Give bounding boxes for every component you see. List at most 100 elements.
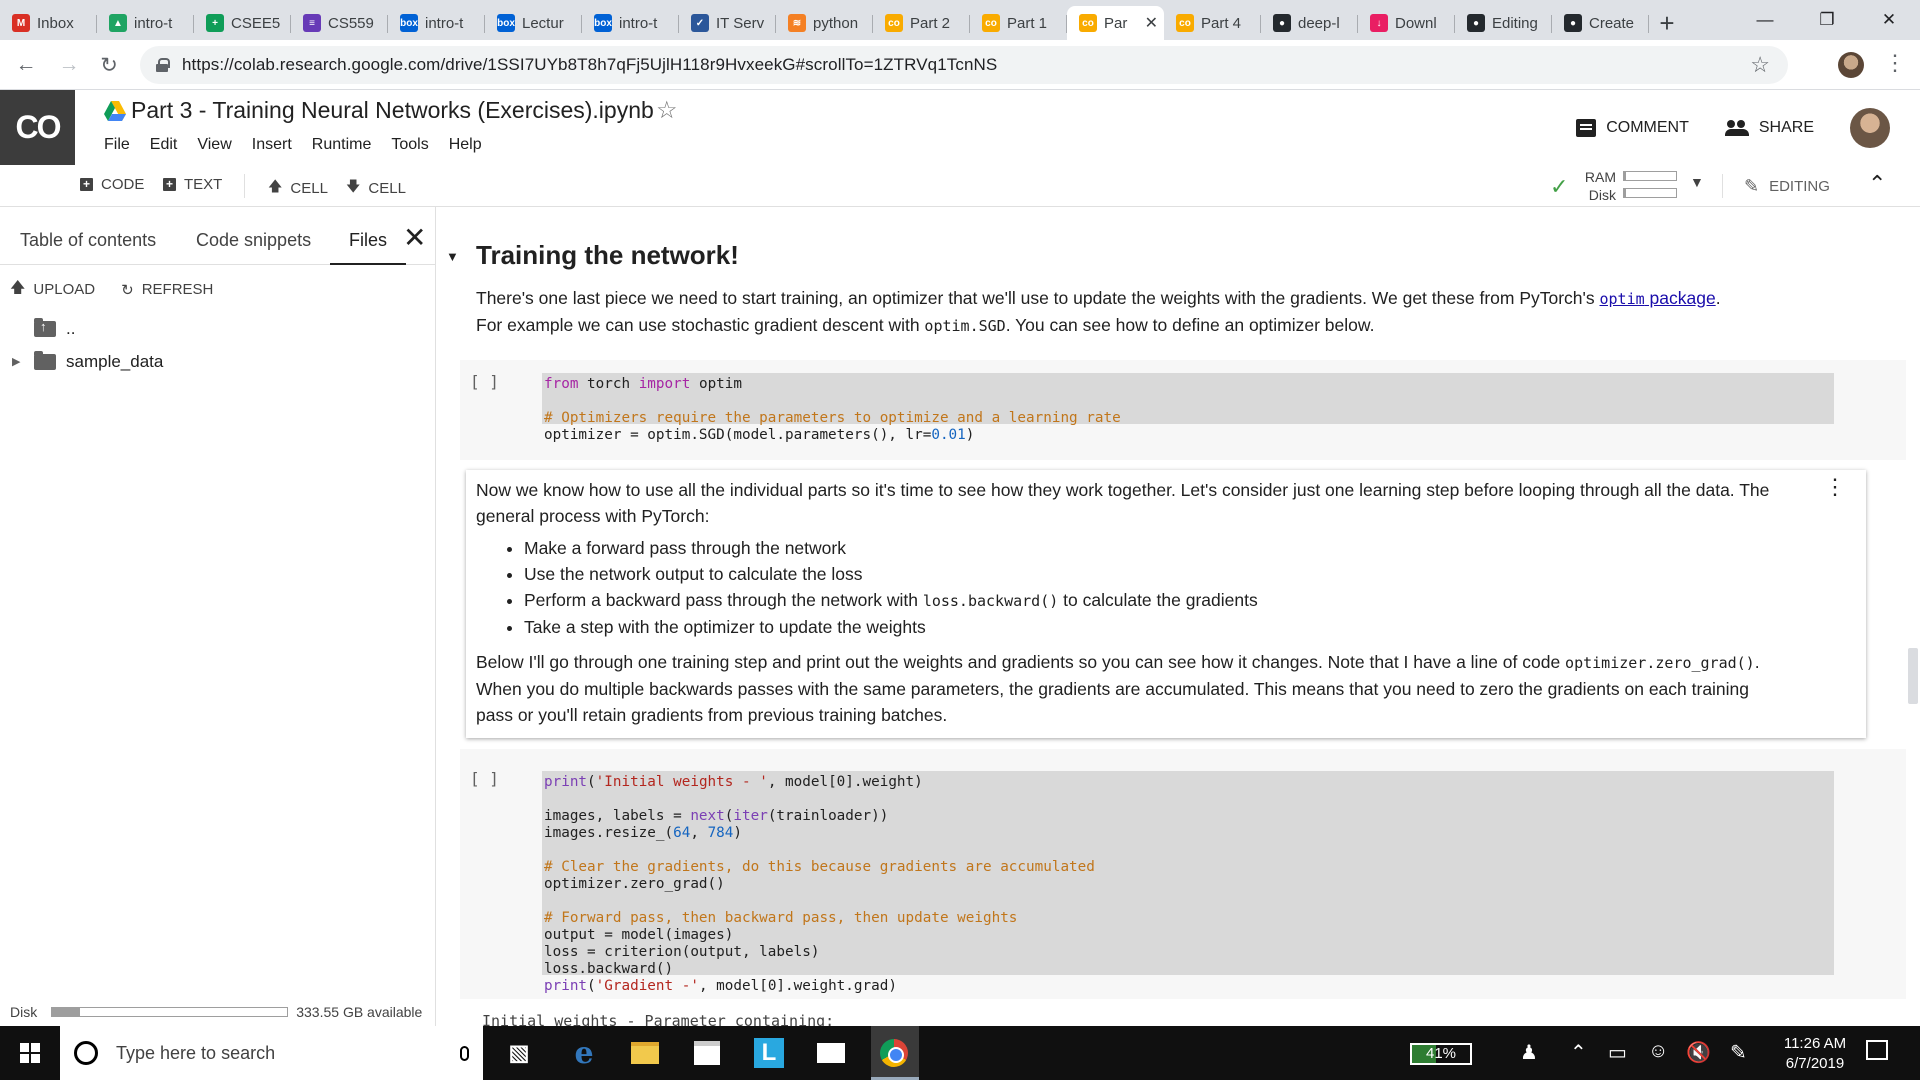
chrome-icon[interactable]: [878, 1037, 910, 1069]
move-cell-up-button[interactable]: 🡅 CELL: [268, 176, 328, 200]
pen-icon[interactable]: ✎: [1730, 1040, 1747, 1065]
tab-title: Create: [1589, 14, 1635, 32]
system-clock[interactable]: 11:26 AM 6/7/2019: [1760, 1034, 1870, 1074]
collapse-header-icon[interactable]: ⌃: [1868, 171, 1886, 197]
browser-tab[interactable]: ≡ CS559: [291, 6, 388, 40]
add-code-button[interactable]: + CODE: [80, 176, 144, 193]
show-hidden-icons-icon[interactable]: ⌃: [1570, 1040, 1587, 1065]
colab-logo[interactable]: CO: [0, 90, 75, 165]
optim-package-link[interactable]: optim package: [1600, 288, 1716, 308]
battery-indicator[interactable]: 41%: [1410, 1043, 1472, 1065]
close-panel-icon[interactable]: ✕: [403, 221, 426, 254]
file-tree-item[interactable]: ..: [12, 312, 163, 345]
browser-tab[interactable]: ● Editing: [1455, 6, 1552, 40]
cell-more-options-icon[interactable]: ⋮: [1824, 476, 1846, 498]
code-cell-optimizer[interactable]: [ ] from torch import optim # Optimizers…: [460, 360, 1906, 460]
servicenow-icon: ✓: [691, 14, 709, 32]
browser-tab[interactable]: ↓ Downl: [1358, 6, 1455, 40]
browser-tab[interactable]: ▲ intro-t: [97, 6, 194, 40]
add-text-button[interactable]: + TEXT: [163, 176, 222, 193]
close-window-icon[interactable]: ✕: [1858, 0, 1920, 40]
code-token: print: [544, 774, 588, 790]
move-cell-down-button[interactable]: 🡇 CELL: [346, 176, 406, 200]
action-center-icon[interactable]: [1866, 1040, 1888, 1060]
code-editor[interactable]: print('Initial weights - ', model[0].wei…: [542, 771, 1834, 994]
file-tree-item[interactable]: ▶ sample_data: [12, 345, 163, 378]
chrome-menu-icon[interactable]: ⋮: [1884, 50, 1906, 76]
profile-avatar[interactable]: [1838, 52, 1864, 78]
bookmark-star-icon[interactable]: ☆: [1750, 52, 1770, 78]
resources-dropdown-icon[interactable]: ▼: [1690, 174, 1704, 190]
reload-icon[interactable]: ↻: [95, 51, 123, 79]
browser-tab[interactable]: ● deep-l: [1261, 6, 1358, 40]
omnibox[interactable]: https://colab.research.google.com/drive/…: [140, 46, 1788, 84]
refresh-button[interactable]: ↻ REFRESH: [121, 277, 213, 302]
people-icon[interactable]: ♟: [1520, 1040, 1538, 1065]
browser-tab[interactable]: box intro-t: [582, 6, 679, 40]
edge-icon[interactable]: e: [568, 1036, 600, 1071]
notebook-scrollbar[interactable]: [1908, 648, 1918, 704]
upload-button[interactable]: 🡅 UPLOAD: [10, 277, 95, 302]
tab-table-of-contents[interactable]: Table of contents: [20, 230, 156, 251]
share-button[interactable]: SHARE: [1724, 119, 1814, 137]
text-cell-training-step[interactable]: Now we know how to use all the individua…: [466, 470, 1866, 738]
resource-labels[interactable]: RAM Disk: [1580, 168, 1616, 204]
tab-code-snippets[interactable]: Code snippets: [196, 230, 311, 251]
browser-tab-strip: M Inbox ▲ intro-t + CSEE5 ≡ CS559 box intro-t box L…: [0, 0, 1920, 40]
code-token: loss.backward(): [544, 961, 674, 977]
collapse-section-icon[interactable]: ▼: [446, 249, 459, 264]
microphone-icon[interactable]: [460, 1045, 469, 1061]
restore-icon[interactable]: ❐: [1796, 0, 1858, 40]
store-icon[interactable]: [691, 1037, 723, 1069]
wifi-icon[interactable]: ☺: [1648, 1040, 1668, 1063]
user-avatar[interactable]: [1850, 107, 1890, 148]
file-explorer-icon[interactable]: [629, 1037, 661, 1069]
comment-button[interactable]: COMMENT: [1576, 118, 1689, 137]
app-l-icon[interactable]: L: [753, 1037, 785, 1069]
editing-mode-button[interactable]: ✎ EDITING: [1744, 176, 1830, 197]
taskbar-search[interactable]: Type here to search: [60, 1026, 483, 1080]
menu-insert[interactable]: Insert: [252, 136, 292, 154]
browser-tab[interactable]: ≋ python: [776, 6, 873, 40]
run-cell-button[interactable]: [ ]: [470, 769, 499, 788]
browser-tab[interactable]: ● Create: [1552, 6, 1649, 40]
menu-edit[interactable]: Edit: [150, 136, 178, 154]
task-view-icon[interactable]: ▧: [503, 1037, 535, 1069]
menu-help[interactable]: Help: [449, 136, 482, 154]
intro-text-cell[interactable]: There's one last piece we need to start …: [476, 285, 1816, 339]
menu-file[interactable]: File: [104, 136, 130, 154]
tab-files[interactable]: Files: [349, 230, 387, 251]
browser-tab[interactable]: co Part 4: [1164, 6, 1261, 40]
run-cell-button[interactable]: [ ]: [470, 372, 499, 391]
code-editor[interactable]: from torch import optim # Optimizers req…: [542, 373, 1834, 443]
menu-view[interactable]: View: [197, 136, 231, 154]
url-text[interactable]: https://colab.research.google.com/drive/…: [182, 55, 997, 75]
ram-label: RAM: [1584, 169, 1616, 185]
close-tab-icon[interactable]: ✕: [1145, 13, 1158, 33]
code-token: images.resize_(: [544, 825, 674, 841]
back-icon[interactable]: ←: [12, 51, 40, 79]
browser-tab[interactable]: co Part 1: [970, 6, 1067, 40]
code-cell-training-step[interactable]: [ ] print('Initial weights - ', model[0]…: [460, 749, 1906, 999]
browser-tab[interactable]: ✓ IT Serv: [679, 6, 776, 40]
forward-icon[interactable]: →: [55, 51, 83, 79]
browser-tab[interactable]: co Part 2: [873, 6, 970, 40]
browser-tab[interactable]: box intro-t: [388, 6, 485, 40]
new-tab-icon[interactable]: +: [1649, 6, 1685, 40]
minimize-icon[interactable]: —: [1734, 0, 1796, 40]
expand-caret-icon[interactable]: ▶: [12, 355, 34, 368]
windows-start-icon[interactable]: [20, 1043, 40, 1063]
browser-tab[interactable]: box Lectur: [485, 6, 582, 40]
browser-tab[interactable]: co Par ✕: [1067, 6, 1164, 40]
disk-usage: Disk 333.55 GB available: [10, 1004, 422, 1020]
volume-muted-icon[interactable]: 🔇: [1686, 1040, 1711, 1065]
mail-icon[interactable]: [815, 1037, 847, 1069]
notebook-title[interactable]: Part 3 - Training Neural Networks (Exerc…: [131, 97, 654, 124]
browser-tab[interactable]: M Inbox: [0, 6, 97, 40]
browser-tab[interactable]: + CSEE5: [194, 6, 291, 40]
battery-icon[interactable]: ▭: [1608, 1040, 1627, 1065]
parent-folder-icon: [34, 317, 56, 337]
menu-runtime[interactable]: Runtime: [312, 136, 372, 154]
menu-tools[interactable]: Tools: [391, 136, 428, 154]
star-notebook-icon[interactable]: ☆: [656, 96, 678, 125]
